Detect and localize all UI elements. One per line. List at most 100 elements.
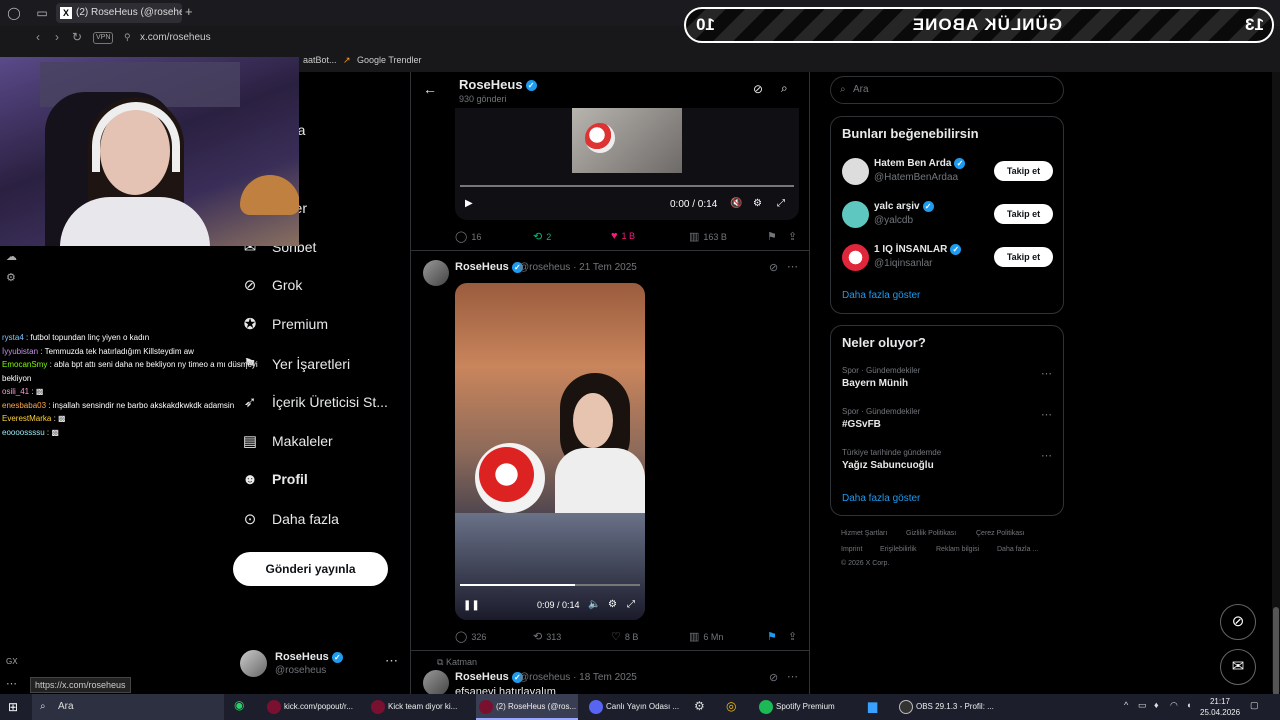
vpn-badge[interactable]: VPN: [93, 32, 114, 44]
account-more-icon[interactable]: ⋯: [385, 653, 398, 669]
back-nav-icon[interactable]: ‹: [36, 30, 40, 44]
views-button[interactable]: ▥ 163 B: [689, 230, 727, 243]
retweet-button[interactable]: ⟲ 2: [533, 230, 551, 243]
browser-tab-active[interactable]: X (2) RoseHeus (@rosehe: [56, 3, 182, 23]
scrollbar-thumb[interactable]: [1273, 607, 1279, 697]
tweet-author[interactable]: RoseHeus: [455, 671, 509, 683]
pause-icon[interactable]: ❚❚: [463, 600, 480, 611]
messages-fab-icon[interactable]: ✉: [1220, 649, 1256, 685]
browser-menu-icon[interactable]: ◯: [6, 5, 22, 21]
notification-icon[interactable]: ▢: [1250, 700, 1259, 711]
volume-icon[interactable]: 🔈: [588, 599, 600, 610]
whatsapp-icon[interactable]: ◉: [234, 698, 244, 712]
retweet-button[interactable]: ⟲ 313: [533, 630, 561, 643]
post-button[interactable]: Gönderi yayınla: [233, 552, 388, 586]
avatar[interactable]: [842, 201, 869, 228]
avatar[interactable]: [842, 158, 869, 185]
footer-link[interactable]: Daha fazla ...: [997, 546, 1038, 553]
video-player-1[interactable]: ▶ 0:00 / 0:14 🔇 ⚙ ⤢: [455, 108, 799, 220]
like-button[interactable]: ♥ 1 B: [611, 230, 635, 242]
avatar[interactable]: [423, 670, 449, 696]
more-dots-icon[interactable]: ⋯: [6, 677, 17, 690]
avatar[interactable]: [423, 260, 449, 286]
sidebar-toggle-icon[interactable]: ▭: [34, 5, 50, 21]
show-more-link[interactable]: Daha fazla göster: [842, 493, 920, 504]
tweet-author[interactable]: RoseHeus: [455, 261, 509, 273]
search-icon[interactable]: ⌕: [781, 81, 788, 96]
share-button[interactable]: ⇪: [788, 230, 801, 243]
trend-item[interactable]: Yağız Sabuncuoğlu: [842, 460, 934, 471]
nav-item-grok[interactable]: ⊘ Grok: [240, 270, 303, 300]
network-icon[interactable]: ▭: [1138, 700, 1147, 711]
footer-link[interactable]: Gizlilik Politikası: [906, 530, 956, 537]
taskbar-app-roseheus[interactable]: (2) RoseHeus (@ros...: [476, 694, 578, 720]
wifi-icon[interactable]: ◠: [1170, 700, 1178, 711]
share-button[interactable]: ⇪: [788, 630, 801, 643]
video-settings-icon[interactable]: ⚙: [608, 599, 617, 610]
taskbar-app-spotify[interactable]: Spotify Premium: [756, 694, 852, 720]
fullscreen-icon[interactable]: ⤢: [627, 599, 635, 610]
tray-chevron-icon[interactable]: ^: [1124, 700, 1128, 710]
views-button[interactable]: ▥ 6 Mn: [689, 630, 723, 643]
show-more-link[interactable]: Daha fazla göster: [842, 290, 920, 301]
follow-button[interactable]: Takip et: [994, 161, 1053, 181]
speaker-icon[interactable]: ◖: [1186, 700, 1191, 710]
page-scrollbar[interactable]: [1272, 72, 1280, 697]
more-dots-icon[interactable]: ⋯: [1041, 408, 1052, 421]
trend-item[interactable]: #GSvFB: [842, 419, 881, 430]
bookmark-bot[interactable]: aatBot...: [303, 55, 337, 65]
more-dots-icon[interactable]: ⋯: [1041, 367, 1052, 380]
grok-fab-icon[interactable]: ⊘: [1220, 604, 1256, 640]
reply-button[interactable]: ◯ 16: [455, 230, 481, 243]
reply-button[interactable]: ◯ 326: [455, 630, 486, 643]
footer-link[interactable]: Çerez Politikası: [976, 530, 1025, 537]
nav-item-more[interactable]: ⊙ Daha fazla: [240, 504, 339, 534]
footer-link[interactable]: Reklam bilgisi: [936, 546, 979, 553]
chrome-icon[interactable]: ◎: [726, 699, 736, 713]
footer-link[interactable]: Erişilebilirlik: [880, 546, 917, 553]
trend-item[interactable]: Bayern Münih: [842, 378, 908, 389]
video-player-2[interactable]: ❚❚ 0:09 / 0:14 🔈 ⚙ ⤢: [455, 283, 645, 620]
search-input[interactable]: ⌕ Ara: [830, 76, 1064, 104]
account-switcher[interactable]: RoseHeus ✓ @roseheus ⋯: [240, 648, 410, 682]
windows-start-icon[interactable]: ⊞: [8, 700, 18, 714]
mic-icon[interactable]: ♦: [1154, 700, 1159, 710]
footer-link[interactable]: Imprint: [841, 546, 862, 553]
taskbar-app-kick-popout[interactable]: kick.com/popout/r...: [264, 694, 362, 720]
video-settings-icon[interactable]: ⚙: [753, 198, 762, 209]
bookmark-button[interactable]: ⚑: [767, 230, 781, 243]
grok-icon[interactable]: ⊘: [769, 671, 778, 684]
folder-icon[interactable]: ▆: [868, 699, 877, 713]
like-button[interactable]: ♡ 8 B: [611, 630, 638, 643]
footer-link[interactable]: Hizmet Şartları: [841, 530, 887, 537]
grok-icon[interactable]: ⊘: [753, 82, 763, 96]
play-icon[interactable]: ▶: [465, 198, 473, 209]
avatar[interactable]: [842, 244, 869, 271]
taskbar-app-kick-team[interactable]: Kick team diyor ki...: [368, 694, 470, 720]
video-progress-1[interactable]: [460, 185, 794, 187]
taskbar-app-obs[interactable]: OBS 29.1.3 - Profil: ...: [896, 694, 996, 720]
nav-item-creator-studio[interactable]: ➶ İçerik Üreticisi St...: [240, 387, 388, 417]
nav-item-profile[interactable]: ☻ Profil: [240, 464, 308, 494]
url-field[interactable]: x.com/roseheus: [140, 32, 211, 43]
taskbar-clock[interactable]: 21:17 25.04.2026: [1200, 696, 1240, 718]
back-arrow-icon[interactable]: ←: [423, 81, 437, 97]
taskbar-search[interactable]: ⌕ Ara: [32, 694, 224, 720]
more-dots-icon[interactable]: ⋯: [1041, 449, 1052, 462]
taskbar-app-discord[interactable]: Canlı Yayın Odası ...: [586, 694, 686, 720]
cloud-icon[interactable]: ☁: [6, 250, 17, 263]
new-tab-icon[interactable]: +: [185, 4, 193, 19]
settings-icon[interactable]: ⚙: [6, 271, 16, 284]
forward-nav-icon[interactable]: ›: [55, 30, 59, 44]
gx-icon[interactable]: GX: [6, 657, 18, 666]
follow-button[interactable]: Takip et: [994, 204, 1053, 224]
reload-icon[interactable]: ↻: [72, 30, 82, 44]
bookmark-google-trends[interactable]: Google Trendler: [357, 55, 422, 65]
fullscreen-icon[interactable]: ⤢: [777, 198, 785, 209]
more-dots-icon[interactable]: ⋯: [787, 260, 798, 273]
more-dots-icon[interactable]: ⋯: [787, 670, 798, 683]
steam-icon[interactable]: ⚙: [694, 699, 705, 713]
bookmark-button[interactable]: ⚑: [767, 630, 781, 643]
mute-icon[interactable]: 🔇: [730, 198, 742, 209]
grok-icon[interactable]: ⊘: [769, 261, 778, 274]
